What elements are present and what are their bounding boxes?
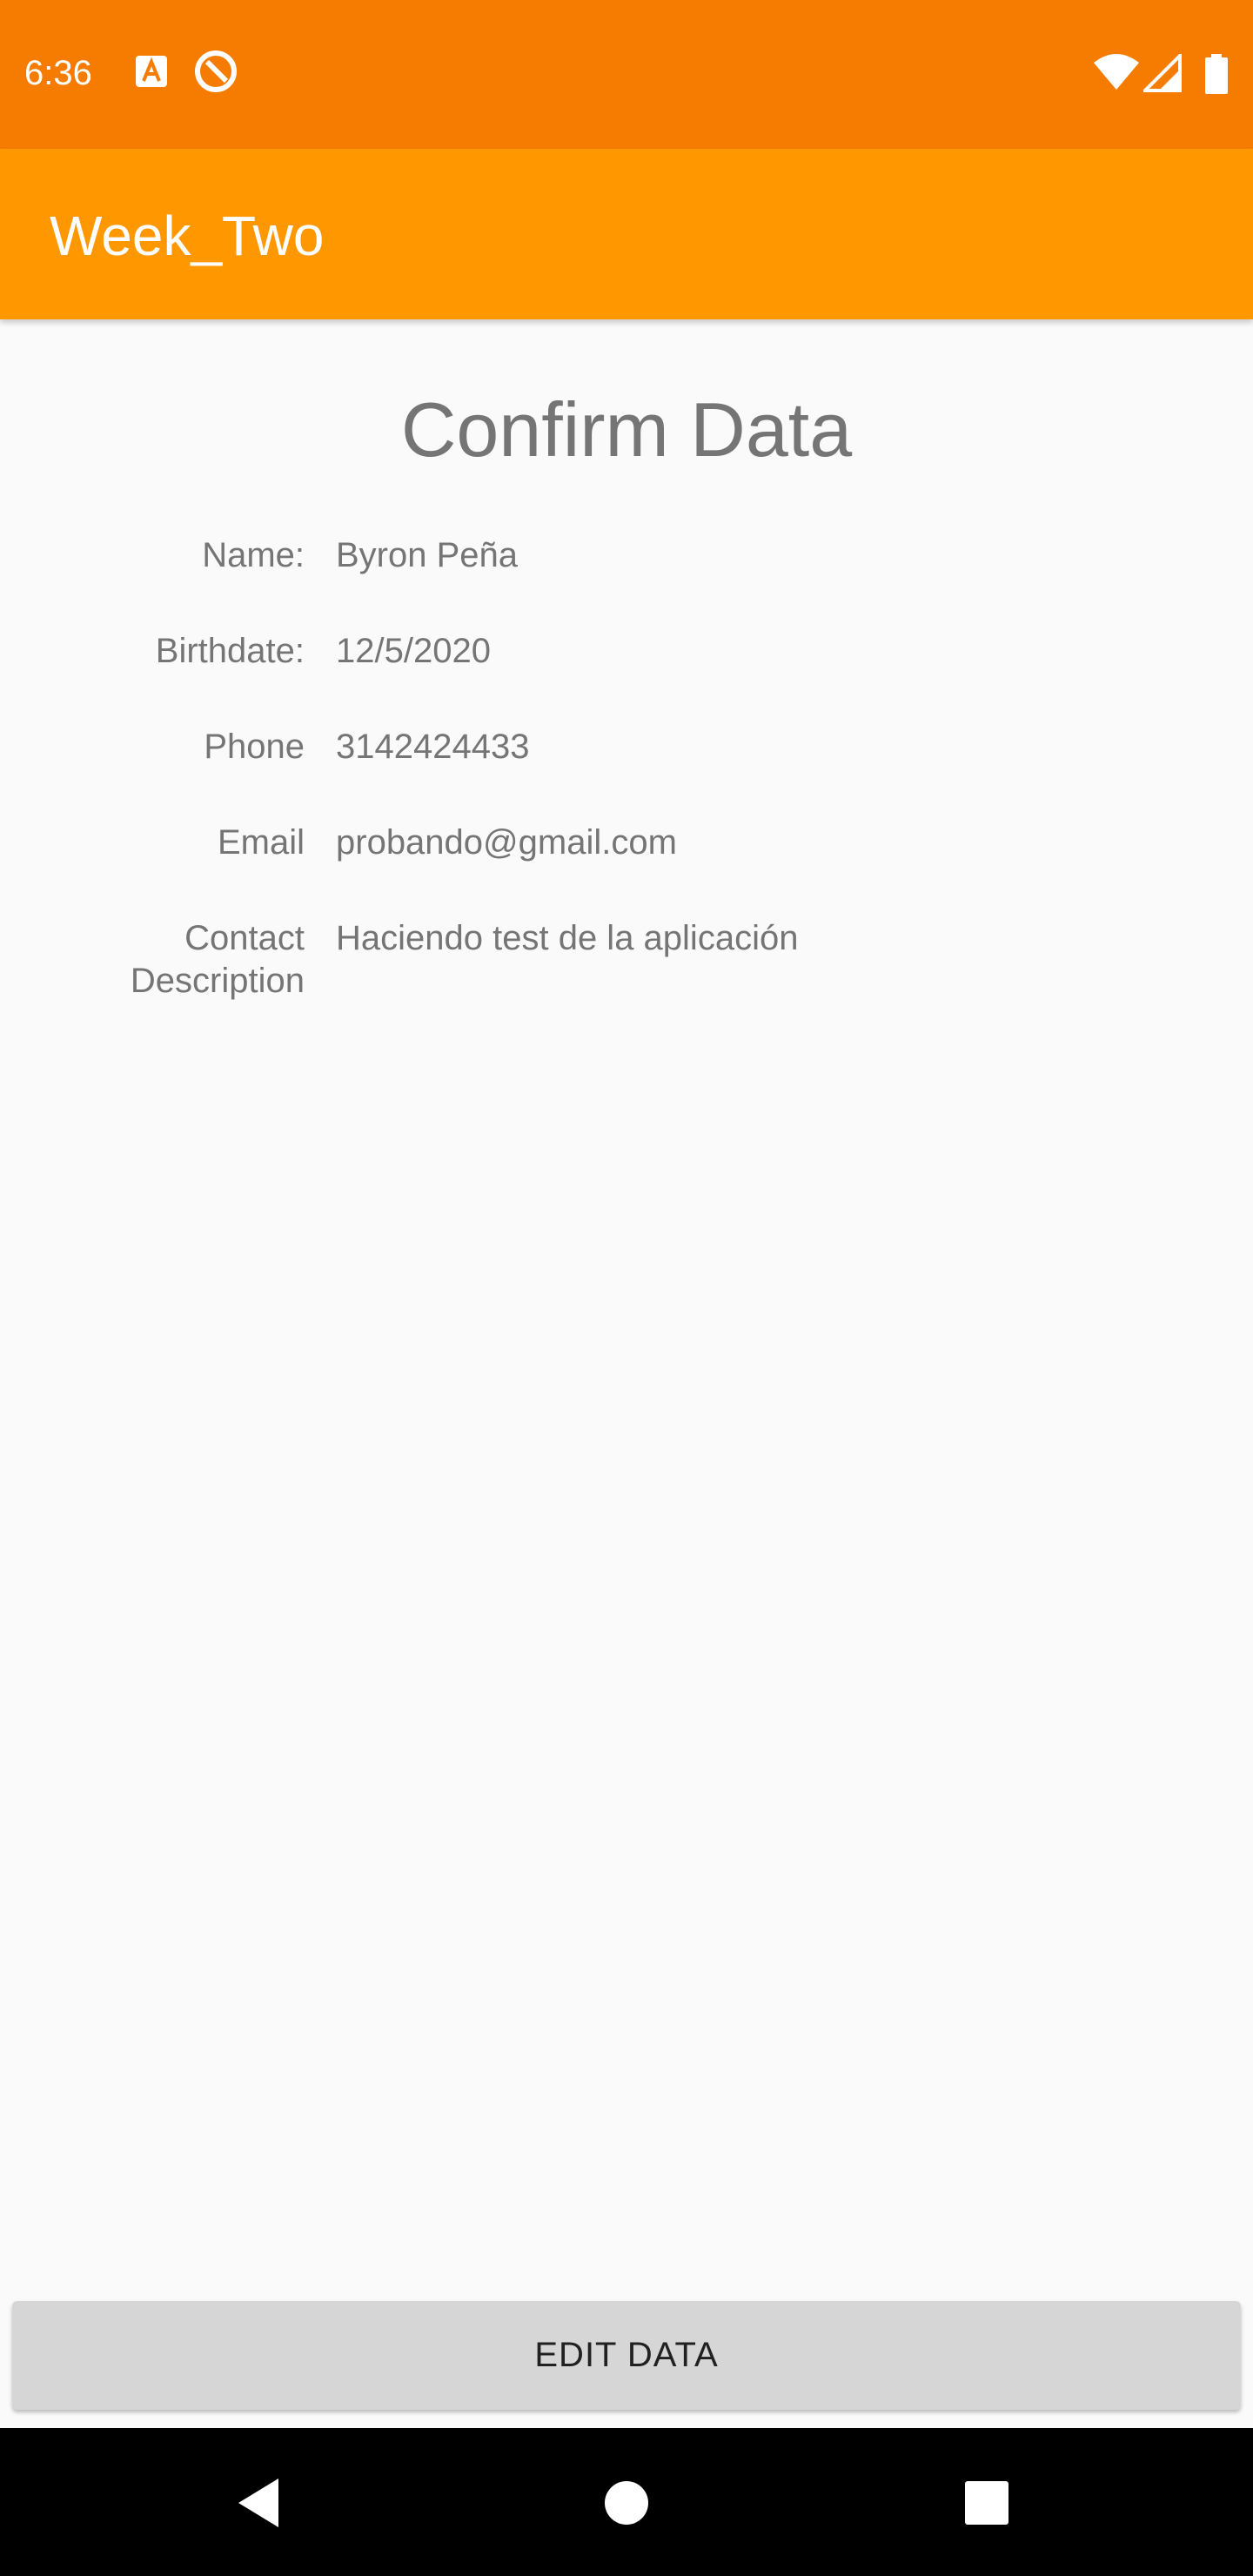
battery-icon (1204, 54, 1229, 98)
navigation-bar (0, 2428, 1253, 2576)
phone-value: 3142424433 (336, 728, 530, 766)
name-value: Byron Peña (336, 536, 519, 574)
contact-description-label-line-1: Contact (184, 919, 305, 957)
birthdate-label: Birthdate: (155, 632, 305, 670)
app-bar: Week_Two (0, 149, 1253, 319)
phone-label: Phone (204, 728, 305, 766)
birthdate-value: 12/5/2020 (336, 632, 491, 670)
screen: 6:36 Week_Two Confirm Data Name: Byron P… (0, 0, 1253, 2576)
contact-description-label: Contact Description (44, 917, 305, 1003)
name-label: Name: (202, 536, 305, 574)
back-icon[interactable] (228, 2470, 294, 2536)
recents-icon[interactable] (954, 2470, 1020, 2536)
contact-description-label-line-2: Description (130, 962, 305, 1000)
app-title: Week_Two (50, 205, 325, 267)
page-title: Confirm Data (400, 386, 853, 473)
do-not-disturb-notification-icon (193, 50, 238, 98)
edit-data-button[interactable]: EDIT DATA (12, 2301, 1241, 2410)
status-time: 6:36 (24, 54, 92, 92)
status-bar: 6:36 (0, 0, 1253, 149)
wifi-icon (1093, 54, 1140, 95)
text-format-notification-icon (134, 54, 169, 93)
contact-description-value: Haciendo test de la aplicación (336, 919, 799, 957)
email-label: Email (217, 823, 305, 862)
home-icon[interactable] (593, 2470, 660, 2536)
email-value: probando@gmail.com (336, 823, 677, 862)
cell-signal-icon (1141, 51, 1182, 97)
